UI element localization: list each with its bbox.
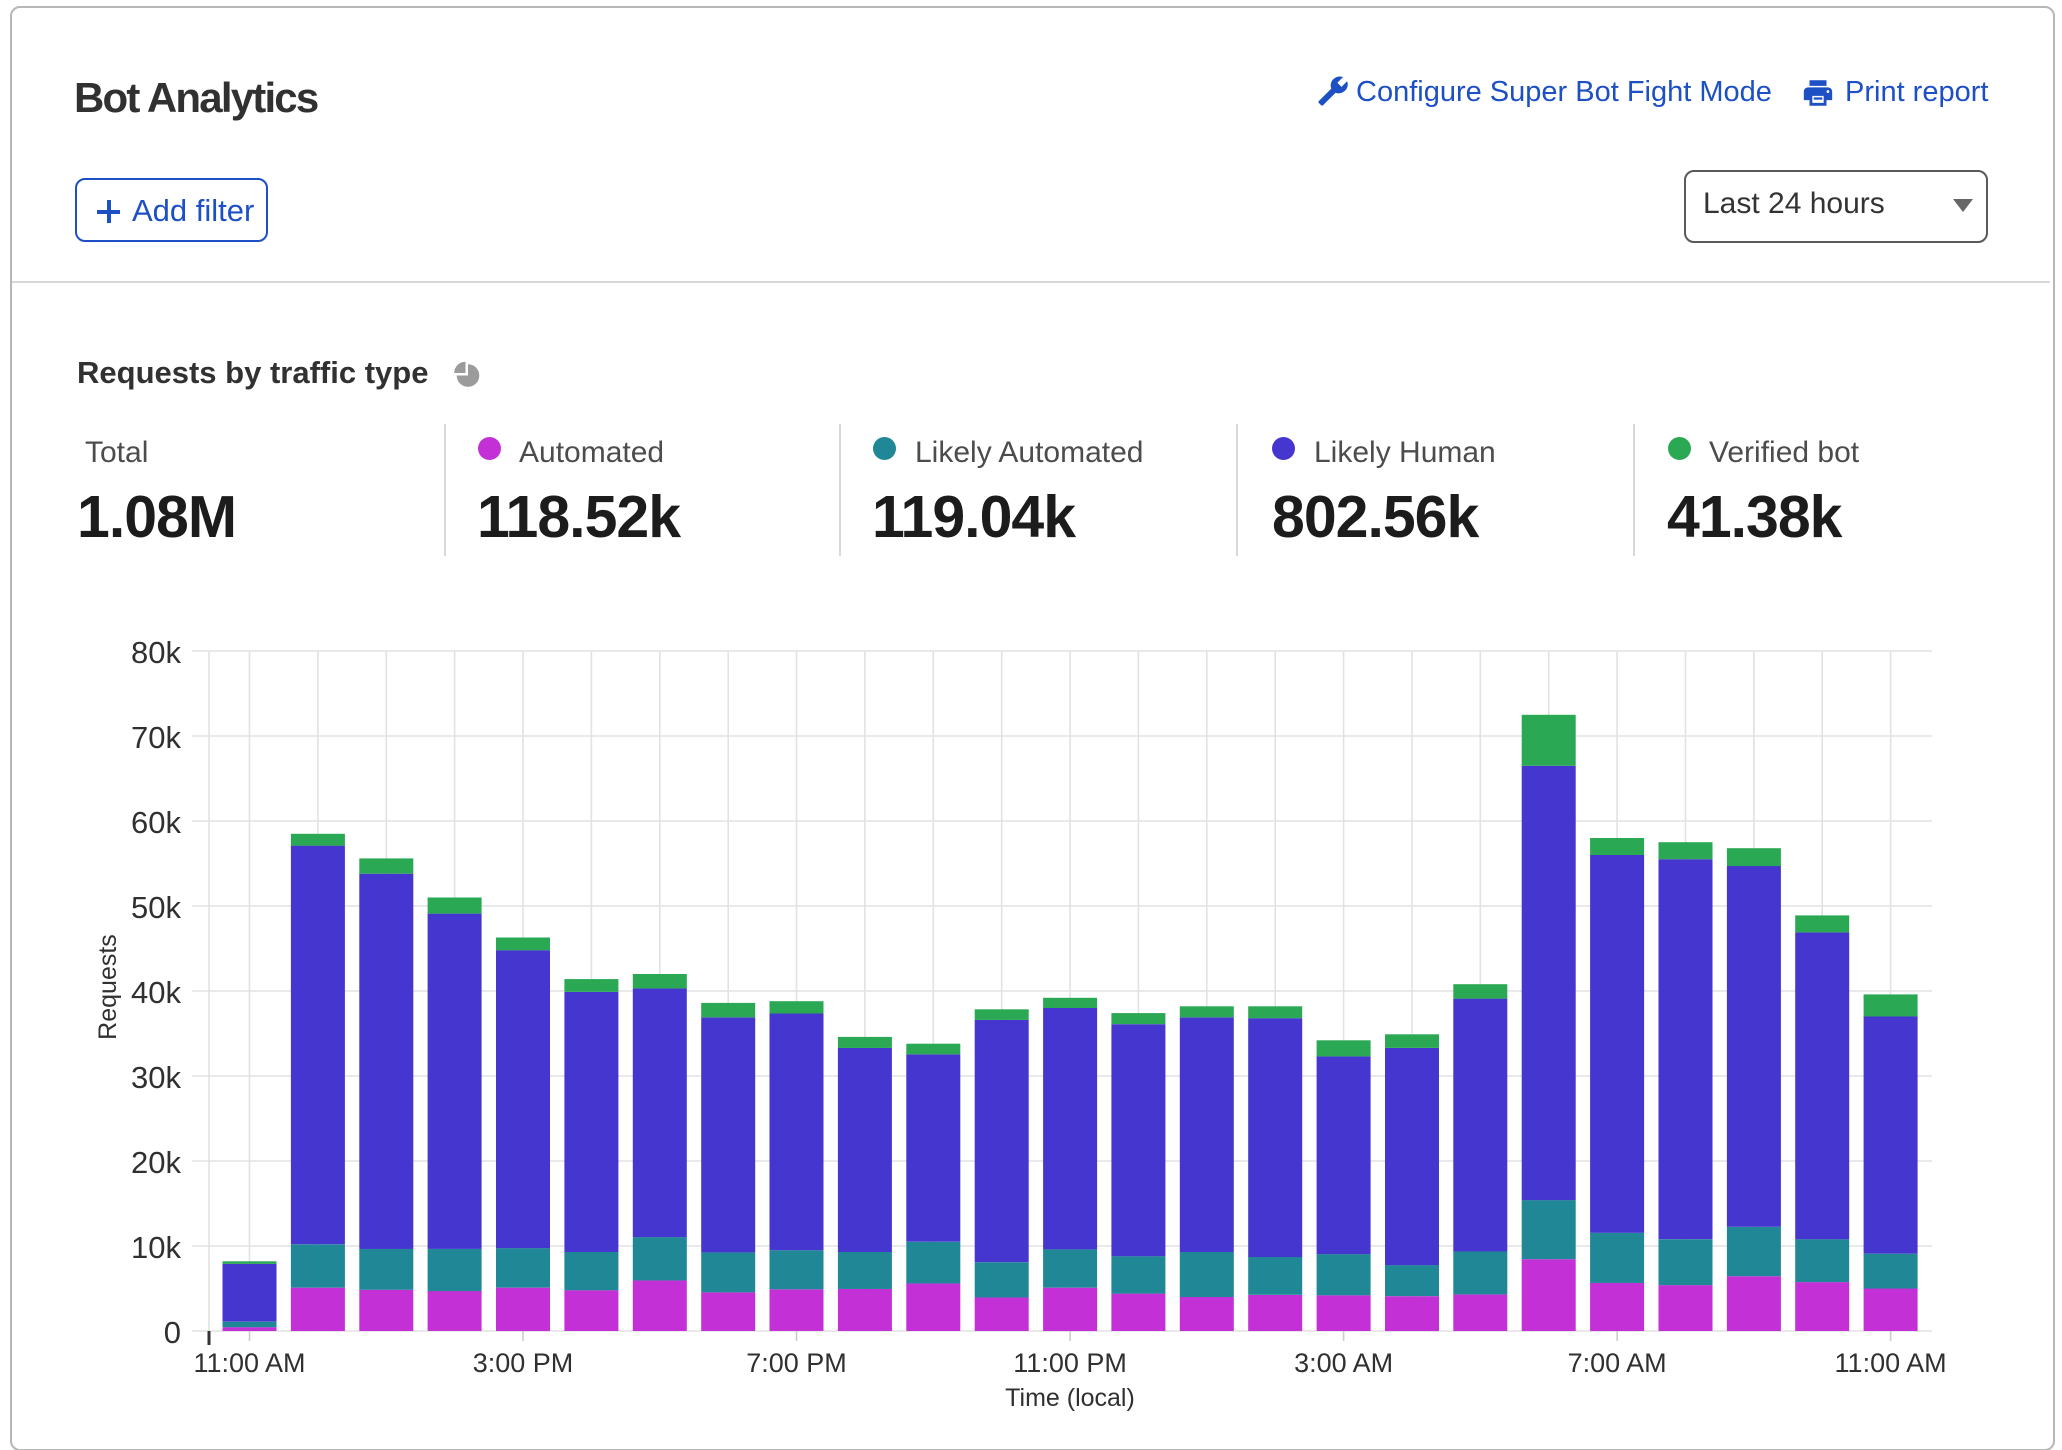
svg-text:80k: 80k — [131, 635, 181, 670]
svg-text:3:00 AM: 3:00 AM — [1294, 1348, 1393, 1378]
svg-text:3:00 PM: 3:00 PM — [473, 1348, 574, 1378]
svg-text:40k: 40k — [131, 975, 181, 1010]
svg-text:10k: 10k — [131, 1230, 181, 1265]
svg-text:Time (local): Time (local) — [1005, 1384, 1135, 1412]
svg-text:30k: 30k — [131, 1060, 181, 1095]
svg-text:11:00 PM: 11:00 PM — [1013, 1348, 1127, 1378]
svg-text:Requests: Requests — [94, 934, 122, 1040]
svg-text:50k: 50k — [131, 890, 181, 925]
svg-text:0: 0 — [164, 1315, 181, 1350]
svg-text:7:00 PM: 7:00 PM — [746, 1348, 847, 1378]
svg-text:11:00 AM: 11:00 AM — [1835, 1348, 1947, 1378]
svg-text:60k: 60k — [131, 805, 181, 840]
svg-text:20k: 20k — [131, 1145, 181, 1180]
svg-text:70k: 70k — [131, 720, 181, 755]
svg-text:11:00 AM: 11:00 AM — [193, 1348, 305, 1378]
svg-text:7:00 AM: 7:00 AM — [1568, 1348, 1667, 1378]
